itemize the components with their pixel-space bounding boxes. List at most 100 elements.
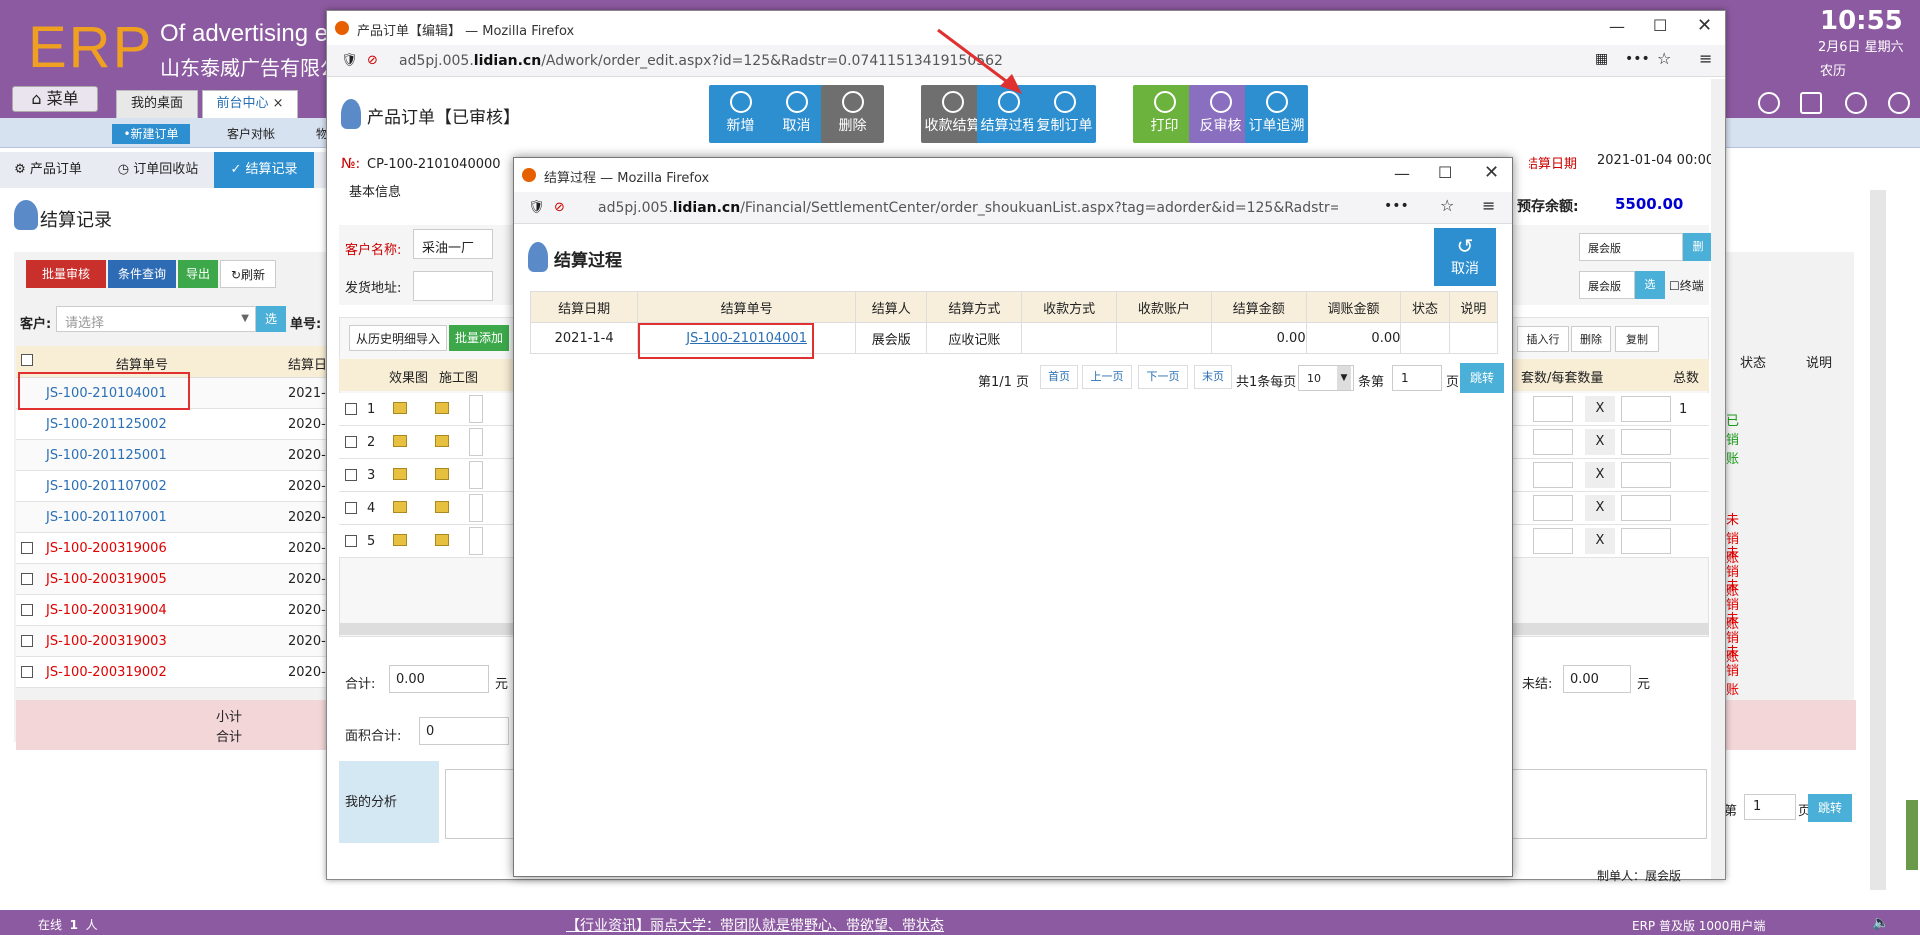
hamburger-menu-icon[interactable]: ≡ [1699,49,1712,68]
settle-no-link[interactable]: JS-100-200319005 [46,572,167,587]
sets-input[interactable] [1533,462,1573,488]
settle-no-link[interactable]: JS-100-201107001 [46,510,167,525]
cancel-button[interactable]: 取消 [765,85,828,143]
terminal-checkbox[interactable]: ☐终端 [1669,277,1704,294]
sets-input[interactable] [1533,396,1573,422]
minimize-icon[interactable]: — [1609,17,1625,36]
right-page-input[interactable]: 1 [1744,794,1796,820]
sets-input[interactable] [1533,429,1573,455]
page-scrollbar[interactable] [1870,190,1886,890]
page-input[interactable]: 1 [1392,365,1442,391]
customer-field[interactable]: 采油一厂 [413,229,493,259]
new-button[interactable]: 新增 [709,85,772,143]
settle-field[interactable]: 0.00 [1563,665,1631,693]
customer-select[interactable]: 请选择 ▼ [56,306,256,332]
menu-button[interactable]: ⌂ 菜单 [12,86,98,112]
salesman-field[interactable]: 展会版 [1579,233,1683,261]
url-text[interactable]: ad5pj.005.lidian.cn/Adwork/order_edit.as… [399,53,1003,69]
cell-input[interactable] [469,494,483,522]
basic-info-tab[interactable]: 基本信息 [339,171,479,211]
per-page-select[interactable]: 10 ▼ [1298,365,1354,391]
qty-input[interactable] [1621,396,1671,422]
settle-no-link[interactable]: JS-100-200319004 [46,603,167,618]
build-upload-icon[interactable] [435,435,449,447]
row-checkbox[interactable] [21,573,33,585]
delete-row-button[interactable]: 删除 [1571,326,1611,352]
salesman-button[interactable]: 删 [1683,233,1713,261]
new-order-button[interactable]: •新建订单 [112,124,190,144]
copy-order-button[interactable]: 复制订单 [1033,85,1096,143]
close-icon[interactable]: × [273,96,284,111]
print-button[interactable]: 打印 [1133,85,1196,143]
lunar-link[interactable]: 农历 [1820,60,1846,79]
settle-no-link[interactable]: JS-100-201107002 [46,479,167,494]
batch-audit-button[interactable]: 批量审核 [26,260,106,288]
customer-reconcile-button[interactable]: 客户对帐 [218,124,284,144]
insecure-lock-icon[interactable]: ⊘ [367,53,378,68]
cell-input[interactable] [469,395,483,423]
batch-add-button[interactable]: 批量添加 [449,325,509,351]
minimize-icon[interactable]: — [1394,164,1410,183]
hamburger-menu-icon[interactable]: ≡ [1482,196,1495,215]
settle-no-link[interactable]: JS-100-200319006 [46,541,167,556]
unaudit-button[interactable]: 反审核 [1189,85,1252,143]
effect-upload-icon[interactable] [393,435,407,447]
collapse-icon[interactable] [1888,92,1910,114]
row-checkbox[interactable] [21,635,33,647]
cell-input[interactable] [469,428,483,456]
refresh-button[interactable]: ↻刷新 [220,260,276,288]
row-checkbox[interactable] [345,535,357,547]
qty-input[interactable] [1621,495,1671,521]
insert-row-button[interactable]: 插入行 [1517,326,1569,352]
settle-no-link[interactable]: JS-100-201125002 [46,417,167,432]
qty-input[interactable] [1621,462,1671,488]
settle-no-link[interactable]: JS-100-200319003 [46,634,167,649]
row-checkbox[interactable] [345,436,357,448]
select-all-checkbox[interactable] [21,354,33,366]
star-icon[interactable]: ☆ [1440,196,1454,215]
row-checkbox[interactable] [21,542,33,554]
gear-icon[interactable] [1758,92,1780,114]
shirt-icon[interactable] [1800,92,1822,114]
more-icon[interactable]: ••• [1625,51,1650,67]
maximize-icon[interactable]: ☐ [1653,16,1667,35]
tab-front-center[interactable]: 前台中心 × [202,90,298,118]
build-upload-icon[interactable] [435,534,449,546]
row-checkbox[interactable] [21,604,33,616]
cell-input[interactable] [469,527,483,555]
window-scrollbar[interactable] [1711,79,1725,879]
salesman2-select[interactable]: 选 [1635,271,1665,299]
qr-icon[interactable]: ▦ [1595,51,1608,67]
shield-icon[interactable]: 🛡 [341,53,358,68]
row-checkbox[interactable] [345,403,357,415]
build-upload-icon[interactable] [435,402,449,414]
settle-no-link[interactable]: JS-100-201125001 [46,448,167,463]
last-page-button[interactable]: 末页 [1194,365,1232,389]
right-jump-button[interactable]: 跳转 [1808,794,1852,822]
import-history-button[interactable]: 从历史明细导入 [349,325,447,351]
jump-button[interactable]: 跳转 [1460,363,1504,393]
tab-product-order[interactable]: ⚙ 产品订单 [6,152,90,188]
sets-input[interactable] [1533,495,1573,521]
insecure-lock-icon[interactable]: ⊘ [554,200,565,215]
close-icon[interactable]: ✕ [1697,15,1712,36]
next-page-button[interactable]: 下一页 [1138,365,1188,389]
area-field[interactable]: 0 [419,717,509,745]
star-icon[interactable]: ☆ [1657,49,1671,68]
customer-select-button[interactable]: 选 [256,306,286,332]
more-icon[interactable]: ••• [1384,198,1409,214]
row-checkbox[interactable] [21,666,33,678]
delete-button[interactable]: 删除 [821,85,884,143]
speaker-icon[interactable]: 🔈 [1872,915,1889,931]
qty-input[interactable] [1621,528,1671,554]
effect-upload-icon[interactable] [393,402,407,414]
sum-field[interactable]: 0.00 [389,665,489,693]
settle-no-link[interactable]: JS-100-200319002 [46,665,167,680]
filter-button[interactable]: 条件查询 [108,260,176,288]
salesman2-field[interactable]: 展会版 [1579,271,1635,299]
copy-row-button[interactable]: 复制 [1615,326,1659,352]
tab-desktop[interactable]: 我的桌面 [116,90,198,118]
row-checkbox[interactable] [345,502,357,514]
sets-input[interactable] [1533,528,1573,554]
key-icon[interactable] [1845,92,1867,114]
